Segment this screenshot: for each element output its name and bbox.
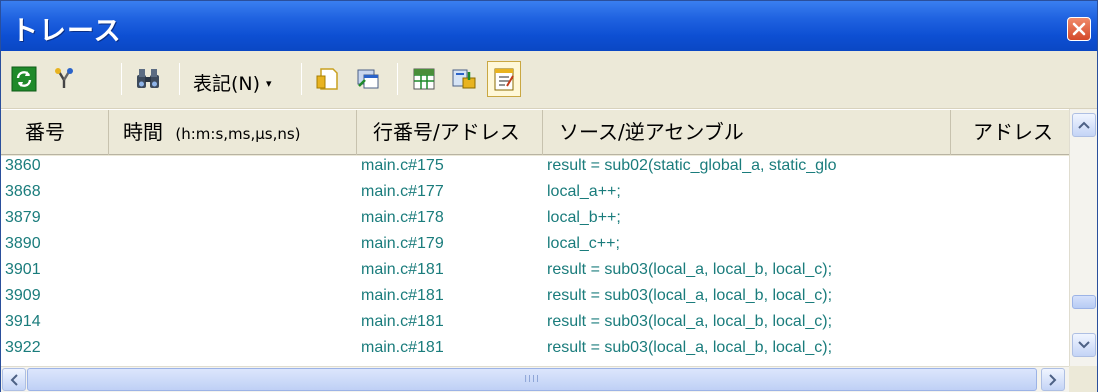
column-address[interactable]: アドレス bbox=[951, 110, 1069, 155]
chevron-up-icon bbox=[1078, 121, 1090, 129]
close-button[interactable] bbox=[1067, 17, 1091, 41]
row-source: result = sub03(local_a, local_b, local_c… bbox=[547, 339, 833, 356]
row-line: main.c#175 bbox=[361, 157, 444, 174]
mixed-display-button[interactable] bbox=[311, 61, 345, 97]
notation-label: 表記(N) bbox=[193, 73, 261, 95]
row-line: main.c#177 bbox=[361, 183, 444, 200]
trace-filter-icon bbox=[55, 68, 73, 88]
window-title: トレース bbox=[11, 16, 122, 47]
document-icon bbox=[316, 68, 338, 90]
column-line-address[interactable]: 行番号/アドレス bbox=[357, 110, 543, 155]
column-number[interactable]: 番号 bbox=[1, 110, 109, 155]
row-source: result = sub02(static_global_a, static_g… bbox=[547, 157, 837, 174]
notation-menu[interactable]: 表記(N) ▾ bbox=[193, 69, 272, 96]
title-bar[interactable]: トレース bbox=[1, 1, 1097, 51]
table-row[interactable]: 3868 main.c#177 local_a++; bbox=[1, 182, 1069, 206]
chevron-down-icon bbox=[1078, 341, 1090, 349]
copy-window-icon bbox=[357, 69, 379, 89]
table-row[interactable]: 3890 main.c#179 local_c++; bbox=[1, 234, 1069, 258]
source-display-button[interactable] bbox=[487, 61, 521, 97]
save-button[interactable] bbox=[447, 61, 481, 97]
binoculars-icon bbox=[137, 69, 159, 88]
scroll-up-button[interactable] bbox=[1072, 113, 1096, 137]
notepad-icon bbox=[494, 68, 514, 91]
trace-settings-button[interactable] bbox=[47, 61, 81, 97]
row-source: result = sub03(local_a, local_b, local_c… bbox=[547, 261, 833, 278]
trace-window: トレース 表記(N) ▾ 番号 時間 (h:m:s,ms,μs,ns) 行番号/… bbox=[0, 0, 1098, 392]
table-row[interactable]: 3914 main.c#181 result = sub03(local_a, … bbox=[1, 312, 1069, 336]
chevron-down-icon: ▾ bbox=[266, 77, 272, 90]
search-button[interactable] bbox=[131, 61, 165, 97]
chevron-right-icon bbox=[1049, 373, 1057, 386]
table-row[interactable]: 3860 main.c#175 result = sub02(static_gl… bbox=[1, 156, 1069, 180]
row-number: 3909 bbox=[5, 287, 41, 304]
scrollbar-corner bbox=[1069, 366, 1097, 392]
refresh-button[interactable] bbox=[7, 61, 41, 97]
close-icon bbox=[1072, 22, 1086, 36]
row-source: local_c++; bbox=[547, 235, 620, 252]
horizontal-scrollbar[interactable]: IIII bbox=[1, 366, 1069, 392]
row-line: main.c#178 bbox=[361, 209, 444, 226]
window-copy-button[interactable] bbox=[351, 61, 385, 97]
vertical-scrollbar[interactable] bbox=[1069, 109, 1097, 366]
chevron-left-icon bbox=[10, 373, 18, 386]
row-number: 3860 bbox=[5, 157, 41, 174]
row-source: result = sub03(local_a, local_b, local_c… bbox=[547, 287, 833, 304]
row-source: local_b++; bbox=[547, 209, 621, 226]
scroll-grip: IIII bbox=[524, 374, 540, 385]
column-time[interactable]: 時間 (h:m:s,ms,μs,ns) bbox=[109, 110, 357, 155]
scroll-left-button[interactable] bbox=[2, 368, 26, 391]
row-line: main.c#181 bbox=[361, 261, 444, 278]
table-row[interactable]: 3909 main.c#181 result = sub03(local_a, … bbox=[1, 286, 1069, 310]
row-number: 3879 bbox=[5, 209, 41, 226]
row-source: local_a++; bbox=[547, 183, 621, 200]
row-line: main.c#181 bbox=[361, 339, 444, 356]
row-number: 3914 bbox=[5, 313, 41, 330]
row-line: main.c#179 bbox=[361, 235, 444, 252]
row-number: 3868 bbox=[5, 183, 41, 200]
refresh-icon bbox=[11, 66, 37, 92]
table-row[interactable]: 3901 main.c#181 result = sub03(local_a, … bbox=[1, 260, 1069, 284]
row-source: result = sub03(local_a, local_b, local_c… bbox=[547, 313, 833, 330]
row-number: 3890 bbox=[5, 235, 41, 252]
save-data-icon bbox=[452, 69, 476, 89]
row-number: 3901 bbox=[5, 261, 41, 278]
column-source[interactable]: ソース/逆アセンブル bbox=[543, 110, 951, 155]
trace-list[interactable]: 3860 main.c#175 result = sub02(static_gl… bbox=[1, 156, 1069, 366]
table-row[interactable]: 3922 main.c#181 result = sub03(local_a, … bbox=[1, 338, 1069, 362]
scroll-down-button[interactable] bbox=[1072, 333, 1096, 357]
column-header: 番号 時間 (h:m:s,ms,μs,ns) 行番号/アドレス ソース/逆アセン… bbox=[1, 109, 1069, 155]
data-grid-icon bbox=[413, 68, 435, 90]
row-line: main.c#181 bbox=[361, 313, 444, 330]
row-number: 3922 bbox=[5, 339, 41, 356]
scroll-right-button[interactable] bbox=[1041, 368, 1065, 391]
trace-data-button[interactable] bbox=[407, 61, 441, 97]
vertical-scroll-thumb[interactable] bbox=[1072, 295, 1096, 309]
column-time-unit: (h:m:s,ms,μs,ns) bbox=[175, 125, 301, 143]
horizontal-scroll-thumb[interactable]: IIII bbox=[27, 368, 1037, 391]
table-row[interactable]: 3879 main.c#178 local_b++; bbox=[1, 208, 1069, 232]
toolbar: 表記(N) ▾ bbox=[1, 51, 1097, 109]
row-line: main.c#181 bbox=[361, 287, 444, 304]
